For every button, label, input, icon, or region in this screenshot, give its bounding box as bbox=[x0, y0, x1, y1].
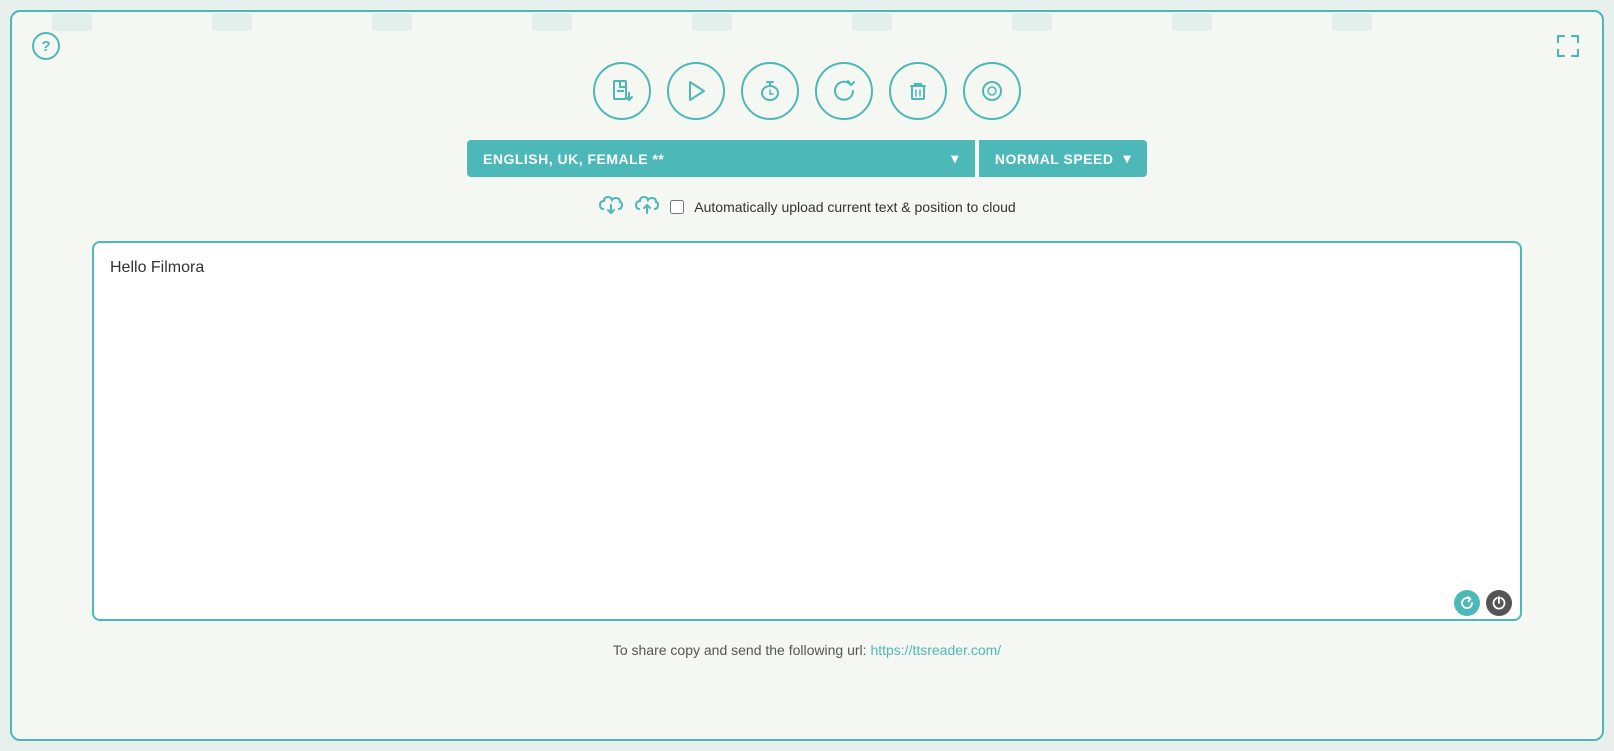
play-button[interactable] bbox=[667, 62, 725, 120]
text-input[interactable]: Hello Filmora bbox=[92, 241, 1522, 621]
help-button[interactable]: ? bbox=[32, 32, 60, 60]
expand-icon bbox=[1557, 35, 1579, 57]
record-button[interactable] bbox=[963, 62, 1021, 120]
speed-dropdown[interactable]: NORMAL SPEED ▾ bbox=[979, 140, 1147, 177]
share-url[interactable]: https://ttsreader.com/ bbox=[870, 642, 1001, 658]
delete-icon bbox=[907, 80, 929, 102]
cloud-upload-icon[interactable] bbox=[634, 193, 660, 221]
dropdowns-row: ENGLISH, UK, FEMALE ** ▾ NORMAL SPEED ▾ bbox=[467, 140, 1147, 177]
auto-upload-checkbox[interactable] bbox=[670, 200, 684, 214]
expand-button[interactable] bbox=[1554, 32, 1582, 60]
import-button[interactable] bbox=[593, 62, 651, 120]
voice-label: ENGLISH, UK, FEMALE ** bbox=[483, 151, 664, 167]
auto-upload-label: Automatically upload current text & posi… bbox=[694, 199, 1015, 215]
voice-dropdown[interactable]: ENGLISH, UK, FEMALE ** ▾ bbox=[467, 140, 975, 177]
main-container: ? bbox=[10, 10, 1604, 741]
textarea-icons bbox=[1454, 590, 1512, 616]
main-content: ENGLISH, UK, FEMALE ** ▾ NORMAL SPEED ▾ bbox=[32, 62, 1582, 658]
help-icon: ? bbox=[41, 38, 50, 55]
cloud-download-icon[interactable] bbox=[598, 193, 624, 221]
speed-dropdown-arrow: ▾ bbox=[1123, 150, 1131, 167]
top-decoration bbox=[12, 12, 1602, 32]
timer-button[interactable] bbox=[741, 62, 799, 120]
power-icon-button[interactable] bbox=[1486, 590, 1512, 616]
speed-label: NORMAL SPEED bbox=[995, 151, 1114, 167]
refresh-icon-button[interactable] bbox=[1454, 590, 1480, 616]
import-icon bbox=[610, 79, 634, 103]
record-icon bbox=[981, 80, 1003, 102]
share-footer: To share copy and send the following url… bbox=[32, 642, 1582, 658]
play-icon bbox=[685, 80, 707, 102]
reload-icon bbox=[833, 80, 855, 102]
reload-button[interactable] bbox=[815, 62, 873, 120]
delete-button[interactable] bbox=[889, 62, 947, 120]
cloud-row: Automatically upload current text & posi… bbox=[598, 193, 1015, 221]
toolbar bbox=[593, 62, 1021, 120]
timer-icon bbox=[759, 80, 781, 102]
voice-dropdown-arrow: ▾ bbox=[951, 150, 959, 167]
share-text: To share copy and send the following url… bbox=[613, 642, 867, 658]
textarea-container: Hello Filmora bbox=[92, 241, 1522, 626]
